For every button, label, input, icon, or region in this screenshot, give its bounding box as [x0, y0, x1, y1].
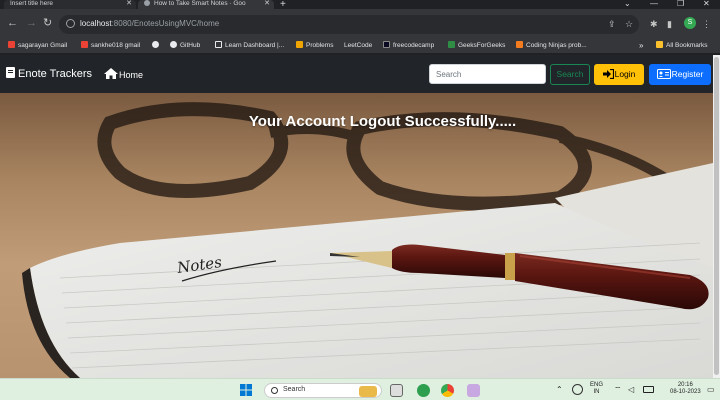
forward-arrow-icon[interactable]: → — [26, 17, 37, 29]
home-icon — [104, 68, 118, 79]
scrollbar-thumb[interactable] — [714, 57, 719, 375]
login-button[interactable]: Login — [594, 64, 644, 85]
wifi-icon[interactable]: ⌔ — [614, 385, 622, 395]
snipping-tool-icon[interactable] — [467, 384, 480, 397]
browser-tab[interactable]: Insert title here ✕ — [4, 0, 136, 9]
notes-background-image: Notes — [0, 93, 713, 378]
bookmark-item[interactable]: sagarayan Gmail — [8, 41, 67, 51]
speaker-icon[interactable]: ◁ — [628, 385, 634, 394]
bookmark-folder[interactable]: All Bookmarks — [656, 41, 708, 51]
side-panel-icon[interactable]: ▮ — [667, 19, 672, 30]
windows-taskbar: Search ⌃ ENG IN ⌔ ◁ 20:16 08-10-2023 ▭ — [0, 378, 720, 400]
browser-toolbar: ← → ↻ localhost:8080/EnotesUsingMVC/home… — [0, 9, 720, 39]
tab-title: Insert title here — [10, 0, 53, 7]
search-highlight-icon — [359, 386, 377, 397]
chevron-up-icon[interactable]: ⌃ — [556, 385, 563, 394]
logout-message: Your Account Logout Successfully..... — [248, 113, 517, 130]
home-link[interactable]: Home — [104, 68, 143, 81]
bookmark-item[interactable]: Coding Ninjas prob... — [516, 41, 587, 51]
bookmark-item[interactable]: GitHub — [170, 41, 200, 51]
close-tab-icon[interactable]: ✕ — [264, 0, 270, 8]
bookmark-item[interactable]: sankhe018 gmail — [81, 41, 140, 51]
leetcode-icon — [296, 41, 303, 48]
bookmarks-bar: sagarayan Gmail sankhe018 gmail GitHub L… — [0, 39, 720, 54]
bookmark-item[interactable]: GeeksForGeeks — [448, 41, 505, 51]
freecodecamp-icon — [383, 41, 390, 48]
minimize-icon[interactable]: — — [650, 0, 658, 8]
gmail-icon — [81, 41, 88, 48]
register-icon — [656, 69, 671, 79]
close-window-icon[interactable]: ✕ — [703, 0, 710, 8]
address-bar[interactable]: localhost:8080/EnotesUsingMVC/home ⇪ ☆ — [59, 15, 639, 34]
url-text: localhost:8080/EnotesUsingMVC/home — [80, 19, 220, 28]
more-bookmarks-icon[interactable]: » — [639, 41, 643, 51]
site-navbar: Enote Trackers Home Search Login Registe… — [0, 55, 713, 93]
chevron-down-icon[interactable]: ⌄ — [624, 0, 631, 8]
bookmark-item[interactable]: Problems — [296, 41, 333, 51]
share-icon[interactable]: ⇪ — [608, 19, 616, 30]
bookmark-item[interactable]: Learn Dashboard |... — [215, 41, 284, 51]
browser-tab-active[interactable]: How to Take Smart Notes · Goo ✕ — [138, 0, 274, 9]
browser-tab-strip: Insert title here ✕ How to Take Smart No… — [0, 0, 720, 10]
geeksforgeeks-icon — [448, 41, 455, 48]
bookmark-item[interactable] — [152, 41, 162, 51]
profile-avatar[interactable]: S — [684, 17, 696, 29]
bookmark-item[interactable]: LeetCode — [344, 41, 372, 51]
folder-icon — [656, 41, 663, 48]
dashboard-icon — [215, 41, 222, 48]
github-icon — [170, 41, 177, 48]
taskbar-search[interactable]: Search — [264, 383, 382, 398]
back-arrow-icon[interactable]: ← — [7, 17, 18, 29]
notebook-icon — [6, 67, 15, 78]
site-info-icon[interactable] — [66, 19, 75, 28]
gmail-icon — [8, 41, 15, 48]
chrome-icon[interactable] — [441, 384, 454, 397]
star-icon[interactable]: ☆ — [625, 19, 633, 30]
clock[interactable]: 20:16 08-10-2023 — [670, 382, 701, 396]
menu-icon[interactable]: ⋮ — [702, 19, 711, 30]
language-indicator[interactable]: ENG IN — [590, 382, 603, 396]
globe-icon — [144, 0, 150, 7]
notification-icon[interactable]: ▭ — [707, 385, 715, 394]
search-icon — [271, 387, 278, 394]
coding-ninjas-icon — [516, 41, 523, 48]
brand-link[interactable]: Enote Trackers — [6, 67, 92, 81]
login-icon — [602, 69, 614, 79]
extensions-icon[interactable]: ✱ — [650, 19, 658, 30]
task-view-icon[interactable] — [390, 384, 403, 397]
search-input[interactable] — [429, 64, 546, 84]
search-button[interactable]: Search — [550, 64, 590, 85]
spotify-icon[interactable] — [417, 384, 430, 397]
bookmark-item[interactable]: freecodecamp — [383, 41, 434, 51]
windows-start-icon[interactable] — [240, 384, 252, 396]
battery-icon[interactable] — [643, 386, 654, 393]
hero-banner: Notes Your Account Logout Successfully..… — [0, 93, 713, 378]
page-scrollbar[interactable] — [713, 55, 720, 378]
cloud-icon[interactable] — [572, 384, 583, 395]
close-tab-icon[interactable]: ✕ — [126, 0, 132, 8]
tab-title: How to Take Smart Notes · Goo — [154, 0, 246, 7]
globe-icon — [152, 41, 159, 48]
reload-icon[interactable]: ↻ — [43, 17, 52, 29]
maximize-icon[interactable]: ❐ — [677, 0, 684, 8]
register-button[interactable]: Register — [649, 64, 711, 85]
